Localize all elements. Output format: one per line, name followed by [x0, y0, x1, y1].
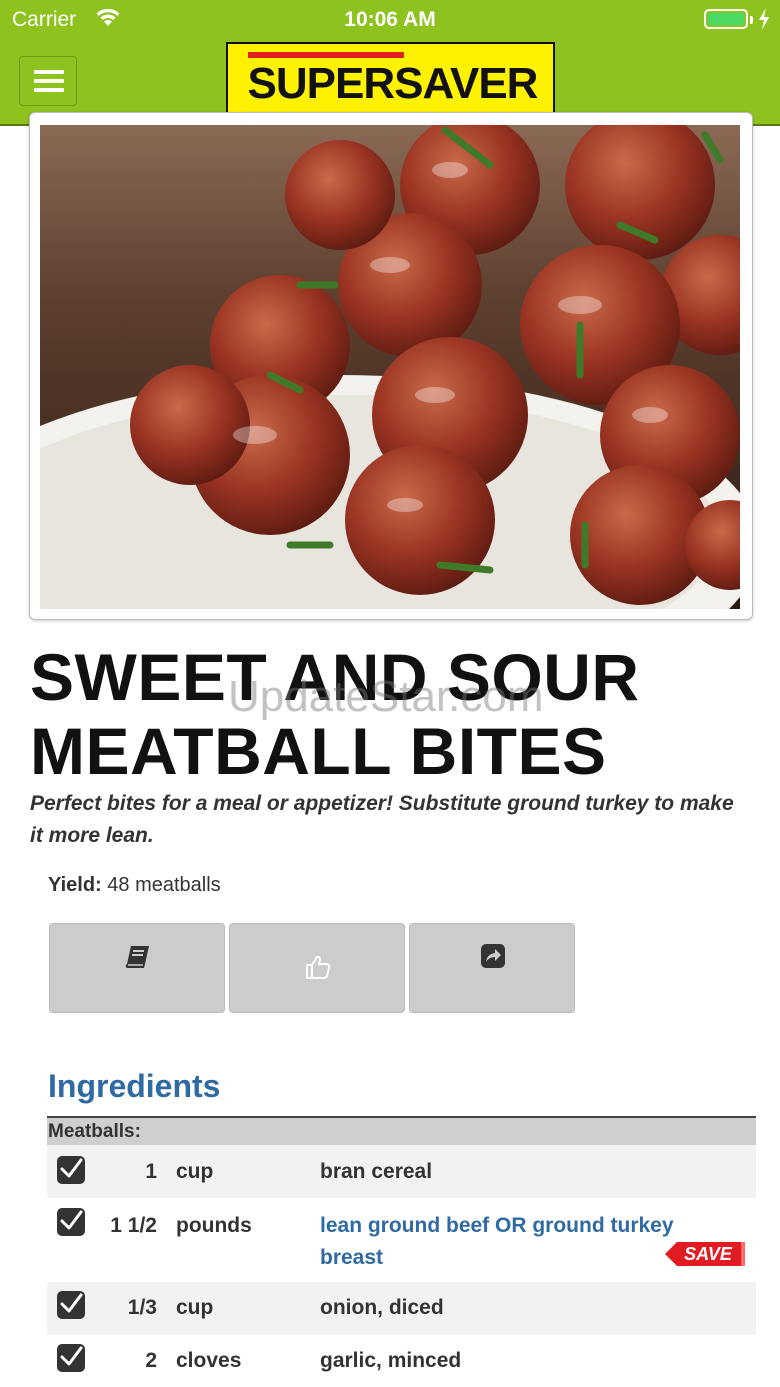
ingredient-link[interactable]: lean ground beef OR ground turkey breast — [320, 1210, 715, 1274]
recipe-photo — [40, 125, 740, 609]
watermark: UpdateStar.com — [228, 672, 544, 721]
ingredient-qty: 1 1/2 — [110, 1214, 157, 1237]
thumbs-up-icon — [306, 955, 331, 979]
meatballs-image — [40, 125, 740, 609]
checkmark-icon — [60, 1158, 83, 1178]
ingredient-name: onion, diced — [320, 1296, 444, 1319]
supersaver-logo[interactable]: SUPERSAVER — [226, 42, 555, 114]
ingredient-qty: 1/3 — [127, 1296, 157, 1319]
share-button[interactable] — [409, 923, 575, 1013]
ingredient-row: 1 cup bran cereal — [47, 1145, 756, 1198]
ingredient-checkbox[interactable] — [57, 1208, 85, 1236]
recipe-description: Perfect bites for a meal or appetizer! S… — [30, 792, 734, 847]
menu-button[interactable] — [19, 56, 77, 106]
ingredient-row: 2 cloves garlic, minced — [47, 1335, 756, 1387]
ingredient-checkbox[interactable] — [57, 1291, 85, 1319]
ingredient-name: garlic, minced — [320, 1349, 462, 1372]
ingredient-unit: pounds — [176, 1214, 252, 1237]
hamburger-icon-bar — [34, 79, 64, 83]
logo-text: SUPERSAVER — [247, 59, 539, 108]
share-icon — [481, 944, 505, 968]
ingredient-qty: 1 — [145, 1160, 157, 1183]
checkmark-icon — [60, 1293, 83, 1313]
status-bar: Carrier 10:06 AM — [0, 0, 780, 40]
ingredient-unit: cup — [176, 1160, 214, 1183]
ingredient-row: 1/3 cup onion, diced — [47, 1282, 756, 1335]
ingredient-row: 1 1/2 pounds lean ground beef OR ground … — [47, 1198, 756, 1282]
book-icon — [125, 946, 149, 968]
recipe-title-line2: MEATBALL BITES — [30, 714, 607, 788]
save-badge[interactable]: SAVE — [663, 1240, 745, 1268]
section-label: Meatballs: — [48, 1121, 141, 1142]
app-header: Carrier 10:06 AM SUPERSAVER — [0, 0, 780, 126]
ingredient-name: bran cereal — [320, 1160, 433, 1183]
recipe-photo-frame — [29, 112, 753, 620]
ingredient-checkbox[interactable] — [57, 1344, 85, 1372]
ingredient-checkbox[interactable] — [57, 1156, 85, 1184]
hamburger-icon-bar — [34, 88, 64, 92]
ingredients-heading: Ingredients — [48, 1068, 221, 1104]
yield-value: 48 meatballs — [107, 874, 221, 896]
logo-accent-line — [248, 52, 404, 58]
save-tag-icon: SAVE — [665, 1242, 745, 1266]
checkmark-icon — [60, 1210, 83, 1230]
save-to-recipe-box-button[interactable] — [49, 923, 225, 1013]
save-badge-label: SAVE — [684, 1244, 733, 1264]
yield-label: Yield: — [48, 874, 102, 896]
recipe-yield: Yield: 48 meatballs — [48, 874, 221, 897]
ingredients-section-header: Meatballs: — [47, 1118, 756, 1145]
hamburger-icon — [34, 70, 64, 74]
checkmark-icon — [60, 1346, 83, 1366]
charging-bolt-icon — [759, 8, 769, 30]
ingredient-unit: cloves — [176, 1349, 242, 1372]
like-button[interactable] — [229, 923, 405, 1013]
ingredient-qty: 2 — [145, 1349, 157, 1372]
ingredient-unit: cup — [176, 1296, 214, 1319]
clock: 10:06 AM — [344, 8, 436, 31]
battery-icon — [704, 9, 753, 29]
